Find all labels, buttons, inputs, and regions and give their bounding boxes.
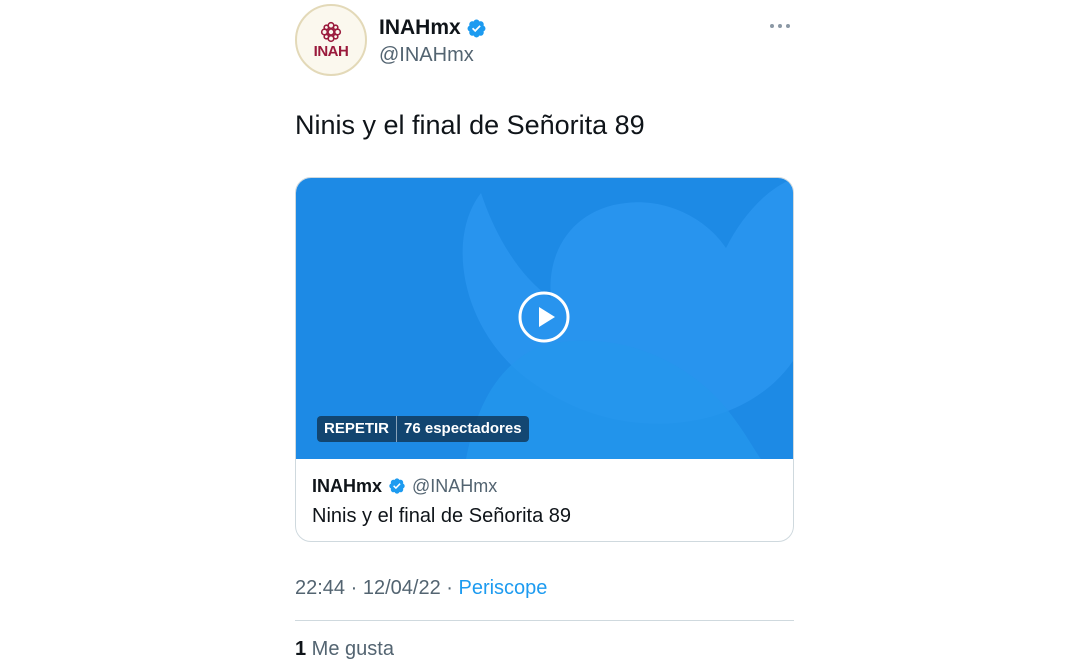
card-footer: INAHmx @INAHmx Ninis y el final de Señor… xyxy=(312,475,571,528)
meta-separator: · xyxy=(345,577,363,599)
tweet-source-link[interactable]: Periscope xyxy=(458,577,547,599)
more-dots-icon xyxy=(770,24,790,28)
verified-badge-icon xyxy=(389,478,405,494)
likes-link[interactable]: 1 Me gusta xyxy=(295,638,394,661)
card-author-name: INAHmx xyxy=(312,475,383,496)
meta-separator: · xyxy=(440,577,459,599)
author-name[interactable]: INAHmx xyxy=(379,16,461,40)
tweet-text: Ninis y el final de Señorita 89 xyxy=(295,110,645,140)
card-author-row: INAHmx @INAHmx xyxy=(312,475,571,497)
card-text: Ninis y el final de Señorita 89 xyxy=(312,505,572,527)
author-handle[interactable]: @INAHmx xyxy=(379,44,487,67)
periscope-card[interactable]: REPETIR 76 espectadores INAHmx @INAHmx N… xyxy=(295,177,794,542)
tweet-meta: 22:44 · 12/04/22 · Periscope xyxy=(295,577,547,600)
tweet-time[interactable]: 22:44 xyxy=(295,577,345,599)
replay-badge: REPETIR xyxy=(324,420,390,437)
author-name-row: INAHmx xyxy=(379,14,487,42)
author-block: INAHmx @INAHmx xyxy=(379,14,487,67)
avatar[interactable]: INAH xyxy=(295,4,367,76)
play-icon[interactable] xyxy=(518,291,570,343)
card-author-handle: @INAHmx xyxy=(412,475,498,496)
video-media[interactable]: REPETIR 76 espectadores xyxy=(296,178,793,459)
more-options-button[interactable] xyxy=(768,14,792,38)
avatar-logo-text: INAH xyxy=(313,42,349,60)
verified-badge-icon xyxy=(467,19,486,37)
tweet-date[interactable]: 12/04/22 xyxy=(363,577,441,599)
likes-count: 1 xyxy=(295,638,307,660)
live-badges: REPETIR 76 espectadores xyxy=(317,416,529,442)
divider xyxy=(295,620,794,621)
inah-flower-icon xyxy=(320,21,342,42)
likes-label: Me gusta xyxy=(306,638,394,660)
viewers-badge: 76 espectadores xyxy=(396,416,529,442)
tweet: INAH INAHmx @INAHmx Ninis y el final de … xyxy=(295,0,794,666)
